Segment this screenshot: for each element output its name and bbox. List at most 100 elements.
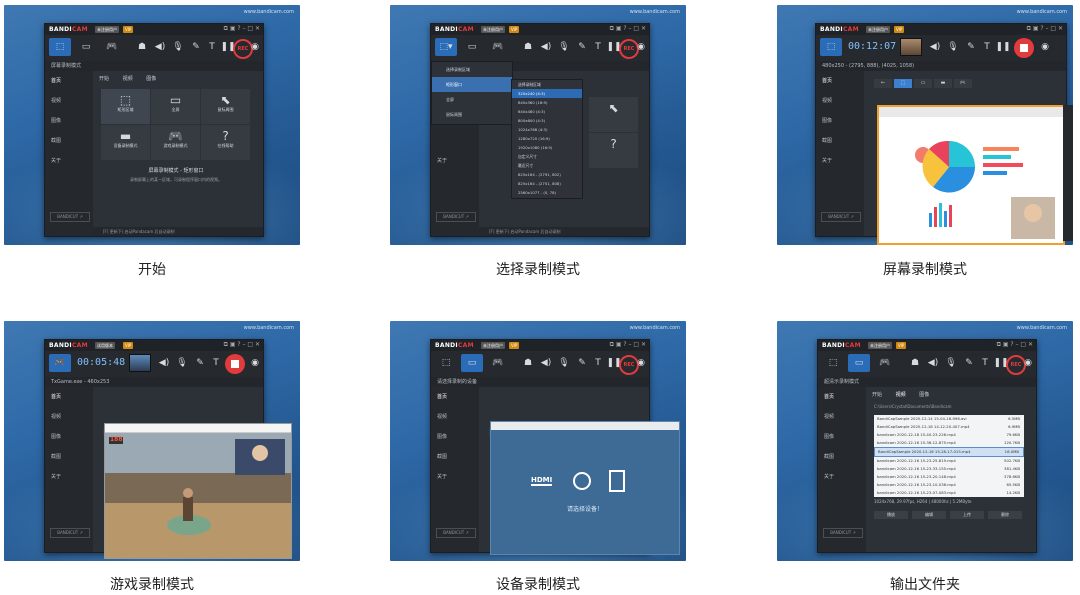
sidebar-item-home[interactable]: 首页 (822, 77, 832, 84)
file-row[interactable]: BandiCapSample 2020-12-14 15-04-16-996.a… (874, 415, 1024, 423)
file-row-selected[interactable]: BandiCapSample 2020-12-16 15-28-17-015.m… (874, 447, 1024, 457)
bandicut-button[interactable]: BANDICUT ↗ (436, 528, 476, 538)
sidebar-item-video[interactable]: 视频 (437, 413, 447, 420)
sidebar-item-about[interactable]: 关于 (51, 157, 61, 164)
mode-icon[interactable]: ← (874, 79, 892, 88)
sidebar-item-image[interactable]: 图像 (824, 433, 834, 440)
tab-start[interactable]: 开始 (872, 392, 882, 398)
window-controls[interactable]: ⧉ ▣ ? – □ ✕ (224, 25, 260, 33)
mode-rectangle[interactable]: ⬚ 矩形区域 (101, 89, 150, 124)
menu-item-rectangle[interactable]: 矩形窗口 (432, 77, 512, 92)
sidebar-item-video[interactable]: 视频 (51, 413, 61, 420)
tab-image[interactable]: 图像 (919, 392, 929, 398)
sidebar-item-about[interactable]: 关于 (822, 157, 832, 164)
mode-around-mouse[interactable]: ⬉ (589, 97, 638, 132)
sidebar-item-image[interactable]: 图像 (822, 117, 832, 124)
submenu-item[interactable]: 800x600 (4:3) (512, 116, 582, 125)
submenu-item[interactable]: 2560x1077 - (0, 78) (512, 188, 582, 197)
window-controls[interactable]: ⧉ ▣ ? – □ ✕ (1027, 25, 1063, 33)
file-row[interactable]: bandicam 2020-12-16 15-23-07-083.mp4 14.2… (874, 489, 1024, 497)
sidebar-item-output[interactable]: 截图 (824, 453, 834, 460)
file-row[interactable]: bandicam 2020-12-16 15-23-20-148.mp4 378.… (874, 473, 1024, 481)
mode-icon[interactable]: ▭ (914, 79, 932, 88)
menu-item-select-area[interactable]: 选择录制区域 (432, 62, 512, 77)
sidebar-item-video[interactable]: 视频 (51, 97, 61, 104)
rectangle-mode-icon[interactable]: ⬚ (820, 38, 842, 56)
mode-icon[interactable]: 🎮 (954, 79, 972, 88)
gamepad-mode-icon[interactable]: 🎮 (49, 354, 71, 372)
camera-icon[interactable]: ◉ (248, 354, 262, 372)
file-row[interactable]: bandicam 2020-12-16 15-36-12-875.mp4 120.… (874, 439, 1024, 447)
hdmi-icon[interactable]: HDMI (531, 476, 553, 486)
menu-item-around-mouse[interactable]: 鼠标周围 (432, 107, 512, 122)
submenu-item[interactable]: 1920x1080 (16:9) (512, 143, 582, 152)
submenu-item[interactable]: 1024x768 (4:3) (512, 125, 582, 134)
sidebar-item-about[interactable]: 关于 (437, 473, 447, 480)
bandicut-button[interactable]: BANDICUT ↗ (821, 212, 861, 222)
sidebar-item-about[interactable]: 关于 (437, 157, 447, 164)
sidebar-item-about[interactable]: 关于 (51, 473, 61, 480)
gamepad-icon[interactable]: 🎮 (101, 38, 123, 56)
folder-path[interactable]: C:\Users\Crystal\Documents\Bandicam (874, 404, 1024, 412)
submenu-item[interactable]: 640x480 (4:3) (512, 107, 582, 116)
select-device-hint[interactable]: 请选择设备！ (491, 504, 679, 513)
hdmi-mode-icon[interactable]: ▭ (461, 38, 483, 56)
menu-item-fullscreen[interactable]: 全屏 (432, 92, 512, 107)
sidebar-item-image[interactable]: 图像 (437, 433, 447, 440)
sidebar-item-home[interactable]: 首页 (51, 77, 61, 84)
tab-start[interactable]: 开始 (99, 76, 109, 82)
file-row[interactable]: bandicam 2020-12-16 15-23-25-819.mp4 502.… (874, 457, 1024, 465)
gamepad-icon[interactable]: 🎮 (487, 354, 509, 372)
window-controls[interactable]: ⧉ ▣ ? – □ ✕ (997, 341, 1033, 349)
mode-device[interactable]: ▬ 设备录制模式 (101, 125, 150, 160)
camera-icon[interactable]: ◉ (248, 38, 262, 56)
hdmi-mode-icon[interactable]: ▭ (461, 354, 483, 372)
file-row[interactable]: bandicam 2020-12-16 15-23-10-036.mp4 65.5… (874, 481, 1024, 489)
rectangle-mode-icon[interactable]: ⬚ (49, 38, 71, 56)
stop-button[interactable] (225, 354, 245, 374)
submenu-item[interactable]: 640x360 (16:9) (512, 98, 582, 107)
play-button[interactable]: 播放 (874, 511, 908, 519)
rectangle-mode-icon[interactable]: ⬚ (435, 354, 457, 372)
sidebar-item-output[interactable]: 截图 (51, 137, 61, 144)
bandicut-button[interactable]: BANDICUT ↗ (50, 528, 90, 538)
mode-help[interactable]: ? 在线帮助 (201, 125, 250, 160)
bandicut-button[interactable]: BANDICUT ↗ (50, 212, 90, 222)
sidebar-item-home[interactable]: 首页 (51, 393, 61, 400)
gamepad-icon[interactable]: 🎮 (874, 354, 896, 372)
hdmi-mode-icon[interactable]: ▭ (848, 354, 870, 372)
submenu-item[interactable]: 自定义尺寸 (512, 152, 582, 161)
submenu-item[interactable]: 选择录制区域 (512, 80, 582, 89)
stop-button[interactable] (1014, 38, 1034, 58)
sidebar-item-output[interactable]: 截图 (822, 137, 832, 144)
tab-video[interactable]: 视频 (123, 76, 133, 82)
window-controls[interactable]: ⧉ ▣ ? – □ ✕ (224, 341, 260, 349)
camera-icon[interactable]: ◉ (1021, 354, 1035, 372)
submenu-item[interactable]: 320x240 (4:3) (512, 89, 582, 98)
sidebar-item-home[interactable]: 首页 (824, 393, 834, 400)
tab-image[interactable]: 图像 (146, 76, 156, 82)
mode-icon[interactable]: ▬ (934, 79, 952, 88)
sidebar-item-about[interactable]: 关于 (824, 473, 834, 480)
edit-button[interactable]: 编辑 (912, 511, 946, 519)
file-row[interactable]: bandicam 2020-12-16 15-23-33-155.mp4 381.… (874, 465, 1024, 473)
pause-icon[interactable]: ❚❚ (992, 38, 1014, 56)
mode-game[interactable]: 🎮 游戏录制模式 (151, 125, 200, 160)
submenu-item[interactable]: 1280x720 (16:9) (512, 134, 582, 143)
drawing-toolbar[interactable] (1063, 105, 1073, 241)
window-controls[interactable]: ⧉ ▣ ? – □ ✕ (610, 25, 646, 33)
delete-button[interactable]: 删除 (988, 511, 1022, 519)
sidebar-item-video[interactable]: 视频 (822, 97, 832, 104)
hdmi-mode-icon[interactable]: ▭ (75, 38, 97, 56)
sidebar-item-output[interactable]: 截图 (437, 453, 447, 460)
mode-around-mouse[interactable]: ⬉ 鼠标周围 (201, 89, 250, 124)
webcam-device-icon[interactable] (573, 472, 591, 490)
submenu-item[interactable]: 825x164 - (2791, 802) (512, 170, 582, 179)
upload-button[interactable]: 上传 (950, 511, 984, 519)
camera-icon[interactable]: ◉ (634, 354, 648, 372)
sidebar-item-image[interactable]: 图像 (51, 433, 61, 440)
bandicut-button[interactable]: BANDICUT ↗ (823, 528, 863, 538)
tab-video[interactable]: 视频 (896, 392, 906, 398)
mode-help[interactable]: ? (589, 133, 638, 168)
gamepad-icon[interactable]: 🎮 (487, 38, 509, 56)
